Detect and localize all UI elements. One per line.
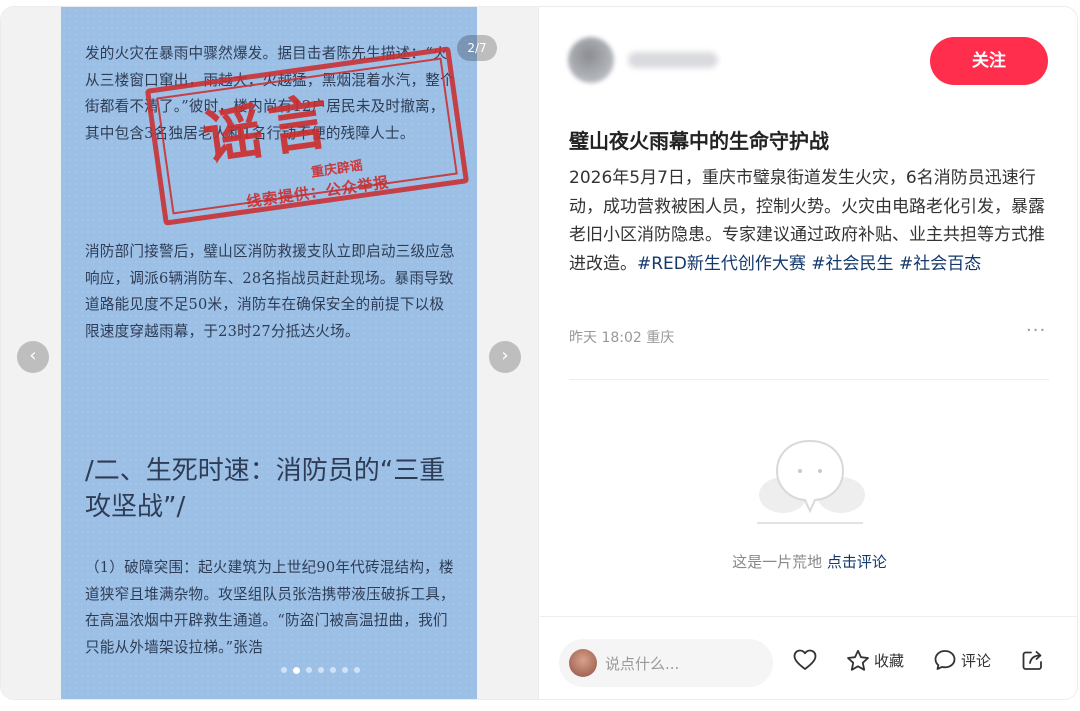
heart-icon xyxy=(793,649,817,670)
share-button[interactable] xyxy=(1021,649,1045,671)
pagination-dot[interactable] xyxy=(306,667,312,673)
comment-label: 评论 xyxy=(961,651,992,670)
chevron-left-icon: ‹ xyxy=(29,345,37,366)
post-meta: 昨天 18:02 重庆 xyxy=(569,330,675,346)
collect-label: 收藏 xyxy=(874,652,905,670)
more-options-icon[interactable]: ··· xyxy=(1026,320,1046,341)
user-avatar xyxy=(569,649,597,677)
comments-empty-state: 这是一片荒地 点击评论 xyxy=(540,435,1077,572)
pagination-dot[interactable] xyxy=(330,667,336,673)
share-icon xyxy=(1022,651,1042,670)
like-button[interactable] xyxy=(793,649,817,671)
pagination-dot[interactable] xyxy=(318,667,324,673)
avatar[interactable] xyxy=(568,37,614,83)
image-gallery: 发的火灾在暴雨中骤然爆发。据目击者陈先生描述：“火从三楼窗口窜出，雨越大，火越猛… xyxy=(1,7,539,699)
prev-image-button[interactable]: ‹ xyxy=(17,341,49,373)
hashtag-link[interactable]: #RED新生代创作大赛 xyxy=(637,254,806,274)
chevron-right-icon: › xyxy=(501,345,509,366)
comment-placeholder: 说点什么... xyxy=(605,654,680,673)
empty-comments-text: 这是一片荒地 点击评论 xyxy=(540,551,1077,572)
hashtag-link[interactable]: #社会百态 xyxy=(899,254,981,274)
pagination-dot-active[interactable] xyxy=(293,666,300,674)
pagination-dots xyxy=(281,666,360,674)
hashtag-link[interactable]: #社会民生 xyxy=(811,254,893,274)
next-image-button[interactable]: › xyxy=(489,341,521,373)
engagement-bar: 说点什么... 收藏 评论 xyxy=(540,616,1077,699)
empty-comment-icon xyxy=(756,439,865,524)
author-info[interactable] xyxy=(568,37,718,83)
image-heading: /二、生死时速：消防员的“三重攻坚战”/ xyxy=(85,456,446,522)
author-name-blurred[interactable] xyxy=(628,52,718,68)
note-detail-panel: 关注 璧山夜火雨幕中的生命守护战 2026年5月7日，重庆市璧泉街道发生火灾，6… xyxy=(540,7,1077,699)
post-body: 2026年5月7日，重庆市璧泉街道发生火灾，6名消防员迅速行动，成功营救被困人员… xyxy=(569,164,1055,278)
collect-button[interactable]: 收藏 xyxy=(846,649,904,672)
pagination-dot[interactable] xyxy=(281,667,287,673)
pagination-dot[interactable] xyxy=(354,667,360,673)
follow-button[interactable]: 关注 xyxy=(930,37,1048,85)
note-detail-card: 发的火灾在暴雨中骤然爆发。据目击者陈先生描述：“火从三楼窗口窜出，雨越大，火越猛… xyxy=(0,6,1078,700)
gallery-image[interactable]: 发的火灾在暴雨中骤然爆发。据目击者陈先生描述：“火从三楼窗口窜出，雨越大，火越猛… xyxy=(61,7,477,699)
post-title: 璧山夜火雨幕中的生命守护战 xyxy=(569,129,829,153)
divider xyxy=(569,379,1049,380)
empty-message: 这是一片荒地 xyxy=(732,553,823,571)
image-paragraph-3: （1）破障突围：起火建筑为上世纪90年代砖混结构，楼道狭窄且堆满杂物。攻坚组队员… xyxy=(85,559,455,656)
page-indicator: 2/7 xyxy=(457,35,497,61)
comment-input[interactable]: 说点什么... xyxy=(559,639,773,687)
pagination-dot[interactable] xyxy=(342,667,348,673)
comment-button[interactable]: 评论 xyxy=(933,649,991,671)
comment-bubble-icon xyxy=(934,650,956,670)
star-icon xyxy=(847,649,869,671)
image-paragraph-2: 消防部门接警后，璧山区消防救援支队立即启动三级应急响应，调派6辆消防车、28名指… xyxy=(85,243,455,340)
click-to-comment-link[interactable]: 点击评论 xyxy=(827,553,887,571)
